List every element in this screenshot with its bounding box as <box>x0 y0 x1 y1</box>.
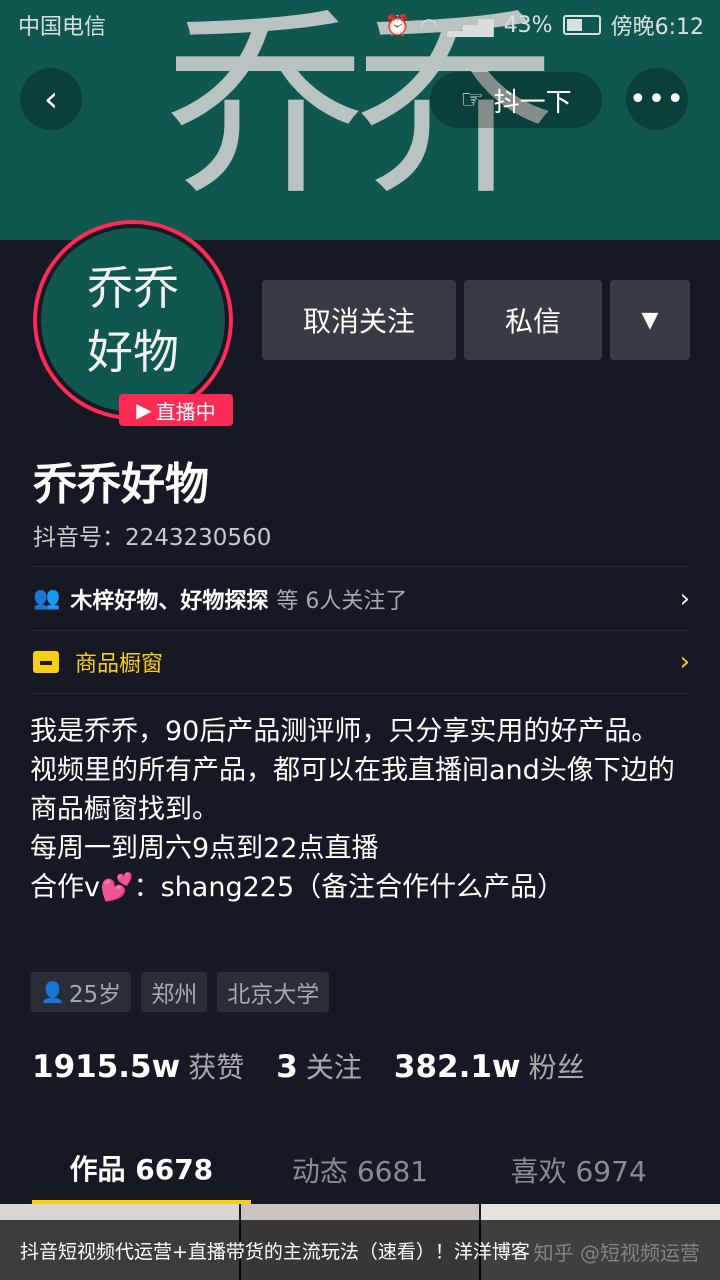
carrier-label: 中国电信 <box>18 15 107 40</box>
profile-stats: 1915.5w 获赞 3 关注 382.1w 粉丝 <box>32 1046 617 1086</box>
hand-pointer-icon: ☞ <box>460 85 484 115</box>
followed-by-names: 木梓好物、好物探探 <box>70 588 269 614</box>
tag-age: 👤 25岁 <box>30 972 132 1012</box>
users-icon: 👥 <box>33 586 61 611</box>
avatar-image: 乔乔 好物 <box>41 228 225 412</box>
battery-icon <box>562 15 601 35</box>
shake-label: 抖一下 <box>493 87 572 118</box>
person-icon: 👤 <box>40 980 65 1004</box>
hearts-icon: 💕 <box>99 872 134 903</box>
watermark: 知乎 @短视频运营 <box>533 1241 700 1265</box>
avatar[interactable]: 乔乔 好物 <box>33 220 233 420</box>
shop-window-row[interactable]: 商品橱窗 › <box>33 630 690 694</box>
bio-contact-prefix: 合作v <box>30 872 100 903</box>
message-button[interactable]: 私信 <box>464 280 602 360</box>
followed-by-row[interactable]: 👥 木梓好物、好物探探 等 6人关注了 › <box>33 566 690 630</box>
status-right: ⏰ ◠ ▂▄▆ 43% 傍晚6:12 <box>385 9 704 41</box>
more-button[interactable]: ••• <box>626 68 688 130</box>
profile-nickname: 乔乔好物 <box>33 459 209 510</box>
battery-percent: 43% <box>503 12 553 38</box>
bio-line: 每周一到周六9点到22点直播 <box>30 833 379 864</box>
chevron-left-icon: ‹ <box>43 78 59 120</box>
tag-age-label: 25岁 <box>68 982 122 1008</box>
tag-city-label: 郑州 <box>151 982 198 1008</box>
play-icon: ▶ <box>136 398 152 422</box>
chevron-right-icon: › <box>679 647 690 677</box>
status-bar: 中国电信 ⏰ ◠ ▂▄▆ 43% 傍晚6:12 <box>0 0 720 50</box>
bio-line: 我是乔乔，90后产品测评师，只分享实用的好产品。 <box>30 716 659 747</box>
chevron-right-icon: › <box>679 583 690 614</box>
tag-school: 北京大学 <box>217 972 330 1012</box>
bio-line: 合作v💕：shang225（备注合作什么产品） <box>30 868 700 907</box>
recommend-dropdown-button[interactable]: ▼ <box>610 280 690 360</box>
followed-by-count: 等 6人关注了 <box>276 588 408 614</box>
tab-works[interactable]: 作品 6678 <box>32 1136 251 1204</box>
douyin-id: 抖音号：2243230560 <box>33 525 272 551</box>
followers-label[interactable]: 粉丝 <box>529 1046 585 1086</box>
tag-city: 郑州 <box>141 972 208 1012</box>
live-badge-label: 直播中 <box>155 399 216 424</box>
content-tabs: 作品 6678 动态 6681 喜欢 6974 <box>32 1136 688 1204</box>
following-count[interactable]: 3 <box>276 1049 298 1085</box>
tag-school-label: 北京大学 <box>227 982 320 1008</box>
profile-bio: 我是乔乔，90后产品测评师，只分享实用的好产品。 视频里的所有产品，都可以在我直… <box>30 712 700 907</box>
back-button[interactable]: ‹ <box>20 68 82 130</box>
likes-count: 1915.5w <box>32 1049 181 1085</box>
likes-label: 获赞 <box>188 1051 245 1084</box>
signal-icon: ▂▄▆ <box>447 13 494 37</box>
ellipsis-icon: ••• <box>628 81 686 117</box>
wifi-icon: ◠ <box>420 13 438 37</box>
tab-dynamics[interactable]: 动态 6681 <box>251 1136 470 1204</box>
live-badge[interactable]: ▶ 直播中 <box>119 394 233 426</box>
profile-tags: 👤 25岁 郑州 北京大学 <box>30 972 330 1012</box>
shake-button[interactable]: ☞ 抖一下 <box>430 72 602 128</box>
following-label[interactable]: 关注 <box>306 1046 362 1086</box>
shop-window-label: 商品橱窗 <box>75 652 164 677</box>
message-label: 私信 <box>504 305 561 338</box>
unfollow-label: 取消关注 <box>302 305 415 338</box>
avatar-text-line2: 好物 <box>87 325 179 379</box>
tab-likes[interactable]: 喜欢 6974 <box>469 1136 688 1204</box>
clock: 傍晚6:12 <box>610 15 704 40</box>
bio-contact-suffix: ：shang225（备注合作什么产品） <box>133 872 565 903</box>
followers-count[interactable]: 382.1w <box>394 1049 521 1085</box>
shop-icon <box>33 651 59 673</box>
unfollow-button[interactable]: 取消关注 <box>262 280 456 360</box>
caret-down-icon: ▼ <box>641 307 659 333</box>
bio-line: 视频里的所有产品，都可以在我直播间and头像下边的商品橱窗找到。 <box>30 755 675 825</box>
avatar-text-line1: 乔乔 <box>87 261 179 315</box>
alarm-icon: ⏰ <box>385 13 411 37</box>
